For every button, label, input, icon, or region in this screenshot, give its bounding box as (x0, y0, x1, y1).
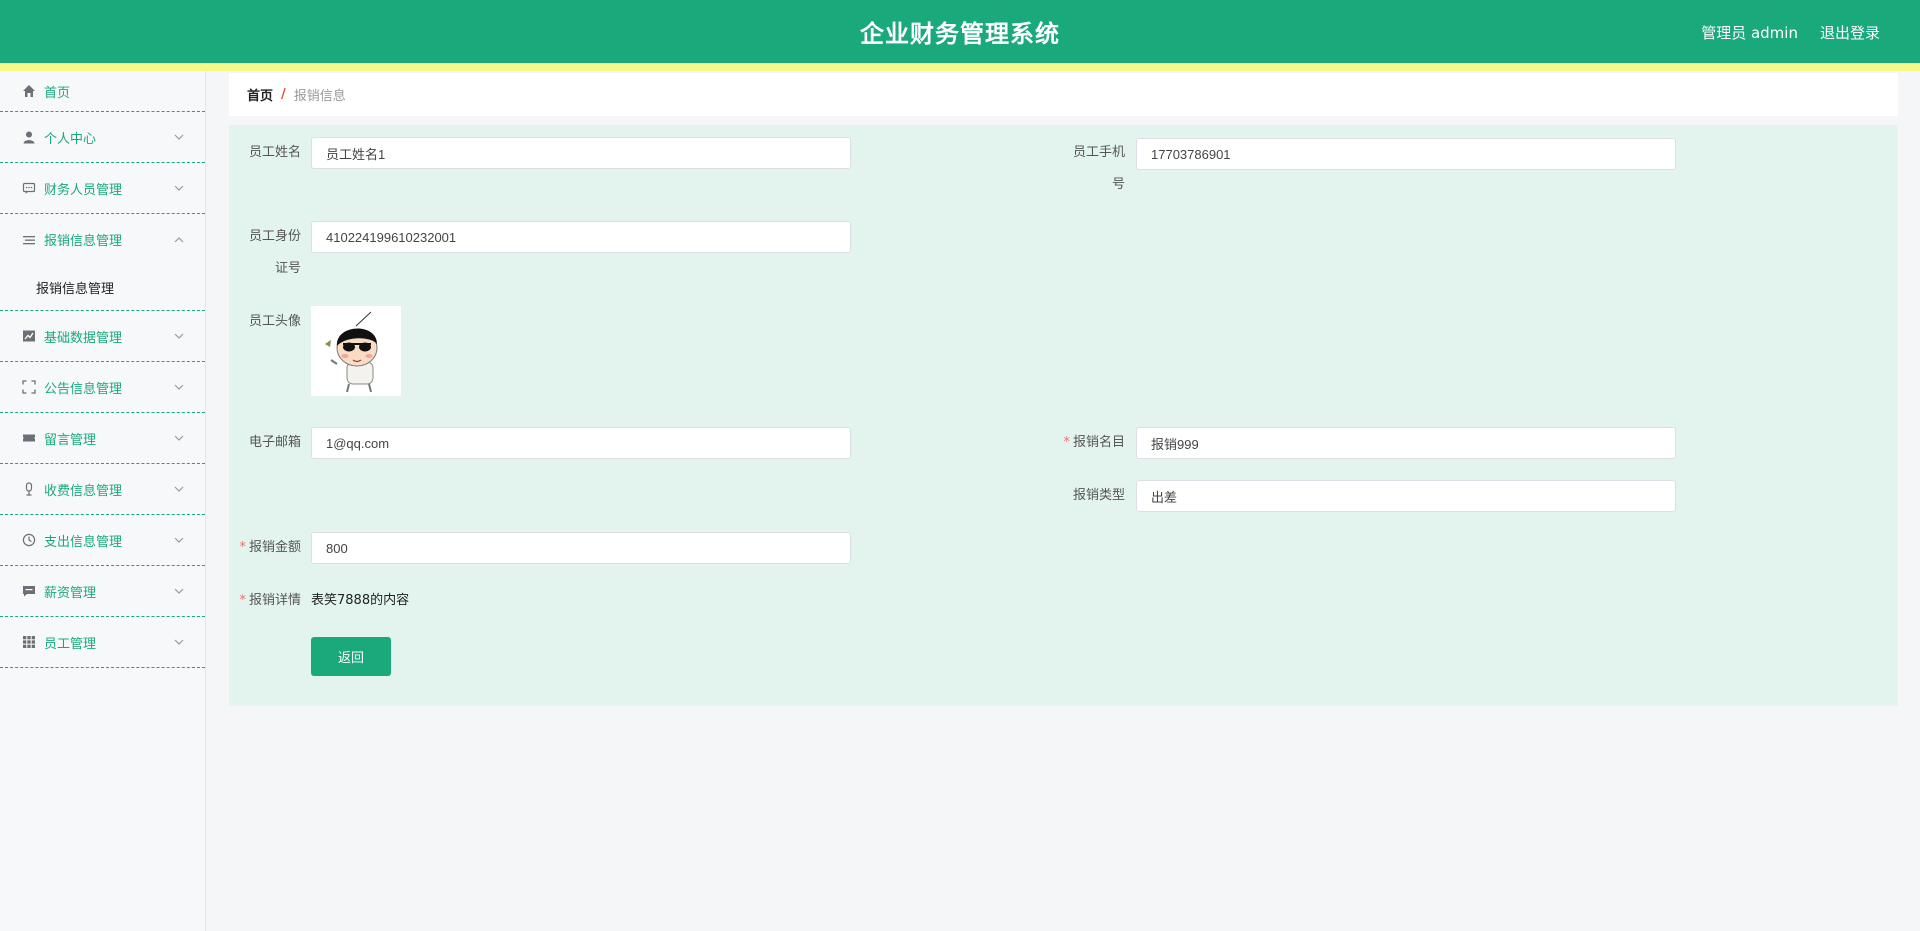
breadcrumb-home-link[interactable]: 首页 (247, 85, 273, 104)
chevron-down-icon (174, 486, 184, 492)
chevron-down-icon (174, 134, 184, 140)
employee-avatar-label-text: 员工头像 (248, 314, 301, 329)
user-label[interactable]: 管理员 admin (1701, 22, 1798, 43)
chevron-down-icon (174, 537, 184, 543)
employee-id-input[interactable] (311, 221, 851, 253)
breadcrumb-current: 报销信息 (293, 89, 346, 104)
sidebar-item-label: 首页 (44, 85, 71, 101)
microphone-icon (22, 482, 36, 496)
chevron-up-icon (174, 236, 184, 242)
expense-detail-label: * 报销详情 (231, 585, 301, 617)
back-button[interactable]: 返回 (311, 637, 391, 676)
sidebar-item-messages[interactable]: 留言管理 (0, 413, 205, 464)
chevron-down-icon (174, 185, 184, 191)
employee-name-input[interactable] (311, 137, 851, 169)
email-label: 电子邮箱 (231, 427, 301, 459)
expense-amount-label-text: 报销金额 (248, 540, 301, 555)
employee-phone-label-line1: 员工手机 (1072, 145, 1125, 160)
chevron-down-icon (174, 333, 184, 339)
sidebar-item-label: 收费信息管理 (44, 483, 123, 499)
expense-detail-content: 表笑7888的内容 (311, 593, 410, 608)
app-title: 企业财务管理系统 (860, 20, 1060, 48)
breadcrumb-separator: / (281, 87, 286, 102)
employee-phone-label: 员工手机 号 (1055, 137, 1125, 201)
home-icon (22, 84, 36, 98)
sidebar-item-finance-staff[interactable]: 财务人员管理 (0, 163, 205, 214)
sidebar-item-base-data[interactable]: 基础数据管理 (0, 311, 205, 362)
sidebar-item-home[interactable]: 首页 (0, 71, 205, 112)
list-icon (22, 233, 36, 247)
chevron-down-icon (174, 435, 184, 441)
sidebar-item-notice[interactable]: 公告信息管理 (0, 362, 205, 413)
sidebar-item-income[interactable]: 收费信息管理 (0, 464, 205, 515)
required-asterisk: * (239, 540, 246, 555)
ticket-icon (22, 431, 36, 445)
expense-name-label: * 报销名目 (1055, 427, 1125, 459)
sidebar-item-expense[interactable]: 报销信息管理 (0, 214, 205, 265)
sidebar-item-label: 个人中心 (44, 131, 97, 147)
chat-icon (22, 181, 36, 195)
cartoon-avatar-illustration (311, 306, 401, 396)
logout-button[interactable]: 退出登录 (1820, 22, 1880, 43)
expense-type-label-text: 报销类型 (1072, 488, 1125, 503)
user-area: 管理员 admin 退出登录 (1701, 22, 1880, 43)
form-panel-background (229, 125, 1898, 706)
sidebar-item-label: 公告信息管理 (44, 381, 123, 397)
user-icon (22, 130, 36, 144)
sidebar-item-profile[interactable]: 个人中心 (0, 112, 205, 163)
sidebar-item-label: 员工管理 (44, 636, 97, 652)
sidebar-item-label: 薪资管理 (44, 585, 97, 601)
sidebar-subitem-expense-management[interactable]: 报销信息管理 (0, 265, 205, 311)
chevron-down-icon (174, 384, 184, 390)
expense-name-label-text: 报销名目 (1072, 435, 1125, 450)
sidebar-item-label: 财务人员管理 (44, 182, 123, 198)
required-asterisk: * (1063, 435, 1070, 450)
employee-id-label: 员工身份 证号 (231, 221, 301, 285)
employee-id-label-line2: 证号 (274, 261, 301, 276)
sidebar: 首页 个人中心 财务人员管理 报销信息管理 报销信息管理 基础数据管理 公告信息… (0, 71, 206, 931)
sidebar-item-label: 基础数据管理 (44, 330, 123, 346)
required-asterisk: * (239, 593, 246, 608)
employee-name-label-text: 员工姓名 (248, 145, 301, 160)
employee-avatar-image[interactable] (311, 306, 401, 396)
message-icon (22, 584, 36, 598)
breadcrumb: 首页 / 报销信息 (229, 73, 1898, 116)
chevron-down-icon (174, 588, 184, 594)
fullscreen-icon (22, 380, 36, 394)
sidebar-item-label: 报销信息管理 (44, 234, 123, 249)
expense-type-input[interactable] (1136, 480, 1676, 512)
email-label-text: 电子邮箱 (248, 435, 301, 450)
employee-id-label-line1: 员工身份 (248, 229, 301, 244)
sidebar-item-expenditure[interactable]: 支出信息管理 (0, 515, 205, 566)
chart-icon (22, 329, 36, 343)
chevron-down-icon (174, 639, 184, 645)
header-accent-stripe (0, 63, 1920, 71)
email-input[interactable] (311, 427, 851, 459)
expense-type-label: 报销类型 (1055, 480, 1125, 512)
sidebar-item-salary[interactable]: 薪资管理 (0, 566, 205, 617)
grid-icon (22, 635, 36, 649)
top-bar: 企业财务管理系统 管理员 admin 退出登录 (0, 0, 1920, 63)
expense-amount-input[interactable] (311, 532, 851, 564)
clock-icon (22, 533, 36, 547)
employee-name-label: 员工姓名 (231, 137, 301, 169)
expense-name-input[interactable] (1136, 427, 1676, 459)
sidebar-item-label: 留言管理 (44, 432, 97, 448)
employee-phone-input[interactable] (1136, 138, 1676, 170)
employee-phone-label-line2: 号 (1111, 177, 1125, 192)
expense-amount-label: * 报销金额 (231, 532, 301, 564)
employee-avatar-label: 员工头像 (231, 306, 301, 338)
sidebar-item-employees[interactable]: 员工管理 (0, 617, 205, 668)
expense-detail-label-text: 报销详情 (248, 593, 301, 608)
sidebar-item-label: 支出信息管理 (44, 534, 123, 550)
